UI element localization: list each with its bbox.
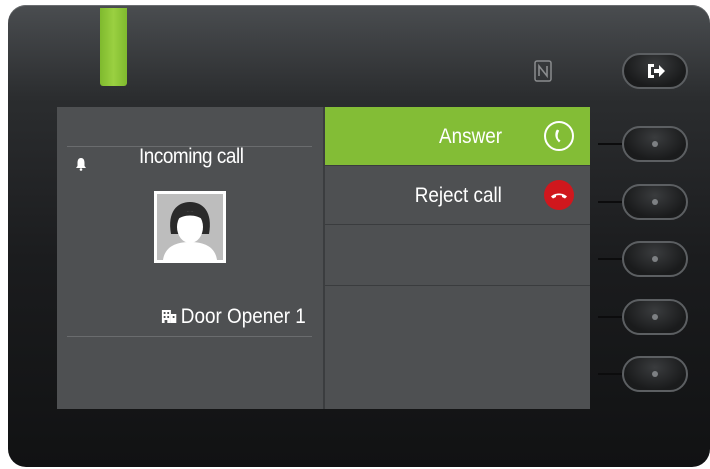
reject-call-icon [544, 180, 574, 210]
display-screen: Incoming call Door Opener 1 Answer Rejec… [57, 107, 590, 409]
separator [67, 336, 312, 337]
softkey-5[interactable] [622, 356, 688, 392]
contact-name: Door Opener 1 [161, 305, 306, 329]
softkey-2[interactable] [622, 184, 688, 220]
action-menu: Answer Reject call [325, 107, 590, 409]
bell-icon [75, 157, 87, 171]
softkey-dot [652, 371, 658, 377]
softkey-3[interactable] [622, 241, 688, 277]
call-indicator-led [100, 8, 127, 86]
softkey-1[interactable] [622, 126, 688, 162]
call-info-panel: Incoming call Door Opener 1 [57, 107, 323, 409]
menu-item-empty[interactable] [325, 225, 590, 286]
menu-item-label: Reject call [414, 184, 502, 207]
softkey-dot [652, 141, 658, 147]
building-icon [161, 306, 177, 323]
answer-call-icon [544, 121, 574, 151]
softkey-4[interactable] [622, 299, 688, 335]
avatar [154, 191, 226, 263]
exit-arrow-icon [646, 62, 666, 80]
menu-item-label: Answer [438, 125, 502, 148]
menu-item-answer[interactable]: Answer [325, 107, 590, 166]
call-status-label: Incoming call [139, 145, 244, 168]
exit-key[interactable] [622, 53, 688, 89]
menu-item-empty[interactable] [325, 286, 590, 346]
softkey-dot [652, 256, 658, 262]
nfc-icon [534, 60, 552, 82]
contact-name-text: Door Opener 1 [180, 305, 306, 328]
menu-item-reject[interactable]: Reject call [325, 166, 590, 225]
softkey-dot [652, 314, 658, 320]
avatar-silhouette-icon [157, 194, 223, 260]
softkey-dot [652, 199, 658, 205]
